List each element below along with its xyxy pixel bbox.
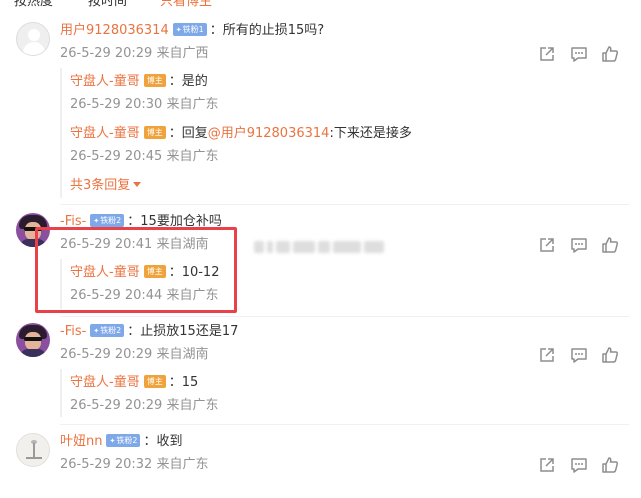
fan-badge[interactable]: ✦铁粉2 xyxy=(90,214,125,227)
comment-icon[interactable] xyxy=(570,45,588,63)
share-icon[interactable] xyxy=(538,236,556,254)
comment-meta: 26-5-29 20:32 来自广东 xyxy=(60,457,209,472)
reply-meta: 26-5-29 20:29 来自广东 xyxy=(70,398,219,413)
like-icon[interactable] xyxy=(601,346,619,364)
share-icon[interactable] xyxy=(538,45,556,63)
username-link[interactable]: 守盘人-童哥 xyxy=(70,375,140,390)
username-link[interactable]: 叶妞nn xyxy=(60,434,102,449)
comment-icon[interactable] xyxy=(570,456,588,474)
avatar[interactable] xyxy=(16,433,50,467)
reply-header: 守盘人-童哥 博主 ：是的 xyxy=(70,73,208,91)
fan-badge[interactable]: ✦铁粉1 xyxy=(172,23,207,36)
comment-text: ：收到 xyxy=(143,434,183,449)
mention-link[interactable]: @用户9128036314 xyxy=(208,126,330,141)
tab-time[interactable]: 按时间 xyxy=(88,0,127,8)
blogger-badge: 博主 xyxy=(143,126,166,139)
caret-down-icon xyxy=(133,182,142,187)
comment-meta: 26-5-29 20:29 来自广西 xyxy=(60,46,209,61)
fan-badge[interactable]: ✦铁粉2 xyxy=(106,434,141,447)
comment-header: 用户9128036314 ✦铁粉1 ：所有的止损15吗? xyxy=(60,22,324,40)
comment-header: -Fis- ✦铁粉2 ：止损放15还是17 xyxy=(60,323,238,341)
reply-thread-bar xyxy=(60,369,62,417)
highlight-box xyxy=(35,227,237,313)
divider xyxy=(60,204,629,205)
comment-meta: 26-5-29 20:29 来自湖南 xyxy=(60,347,209,362)
blogger-badge: 博主 xyxy=(143,74,166,87)
like-icon[interactable] xyxy=(601,456,619,474)
avatar[interactable] xyxy=(16,22,50,56)
comment-header: 叶妞nn ✦铁粉2 ：收到 xyxy=(60,433,182,451)
share-icon[interactable] xyxy=(538,346,556,364)
more-replies-link[interactable]: 共3条回复 xyxy=(70,177,142,195)
fan-badge[interactable]: ✦铁粉2 xyxy=(90,324,125,337)
reply-thread-bar xyxy=(60,68,62,198)
like-icon[interactable] xyxy=(601,236,619,254)
reply-meta: 26-5-29 20:30 来自广东 xyxy=(70,97,219,112)
blogger-badge: 博主 xyxy=(143,375,166,388)
divider xyxy=(60,424,629,425)
comment-icon[interactable] xyxy=(570,346,588,364)
divider xyxy=(60,316,629,317)
reply-text: ：15 xyxy=(168,375,199,390)
blurred-text xyxy=(254,241,387,255)
username-link[interactable]: 守盘人-童哥 xyxy=(70,126,140,141)
username-link[interactable]: 守盘人-童哥 xyxy=(70,74,140,89)
share-icon[interactable] xyxy=(538,456,556,474)
comment-icon[interactable] xyxy=(570,236,588,254)
comment-text: ：所有的止损15吗? xyxy=(209,23,325,38)
username-link[interactable]: 用户9128036314 xyxy=(60,23,169,38)
reply-text: ：是的 xyxy=(168,74,208,89)
tab-blogger-only[interactable]: 只看博主 xyxy=(160,0,212,8)
tab-hot[interactable]: 按热度 xyxy=(14,0,53,8)
reply-prefix: ：回复 xyxy=(168,126,208,141)
reply-header: 守盘人-童哥 博主 ：15 xyxy=(70,374,198,392)
avatar[interactable] xyxy=(16,323,50,357)
reply-meta: 26-5-29 20:45 来自广东 xyxy=(70,149,219,164)
comment-text: ：止损放15还是17 xyxy=(127,324,239,339)
like-icon[interactable] xyxy=(601,45,619,63)
reply-header: 守盘人-童哥 博主 ：回复@用户9128036314:下来还是接多 xyxy=(70,125,412,143)
sort-tabs: 按热度 按时间 只看博主 xyxy=(0,0,641,8)
username-link[interactable]: -Fis- xyxy=(60,324,86,339)
reply-text: :下来还是接多 xyxy=(329,126,412,141)
